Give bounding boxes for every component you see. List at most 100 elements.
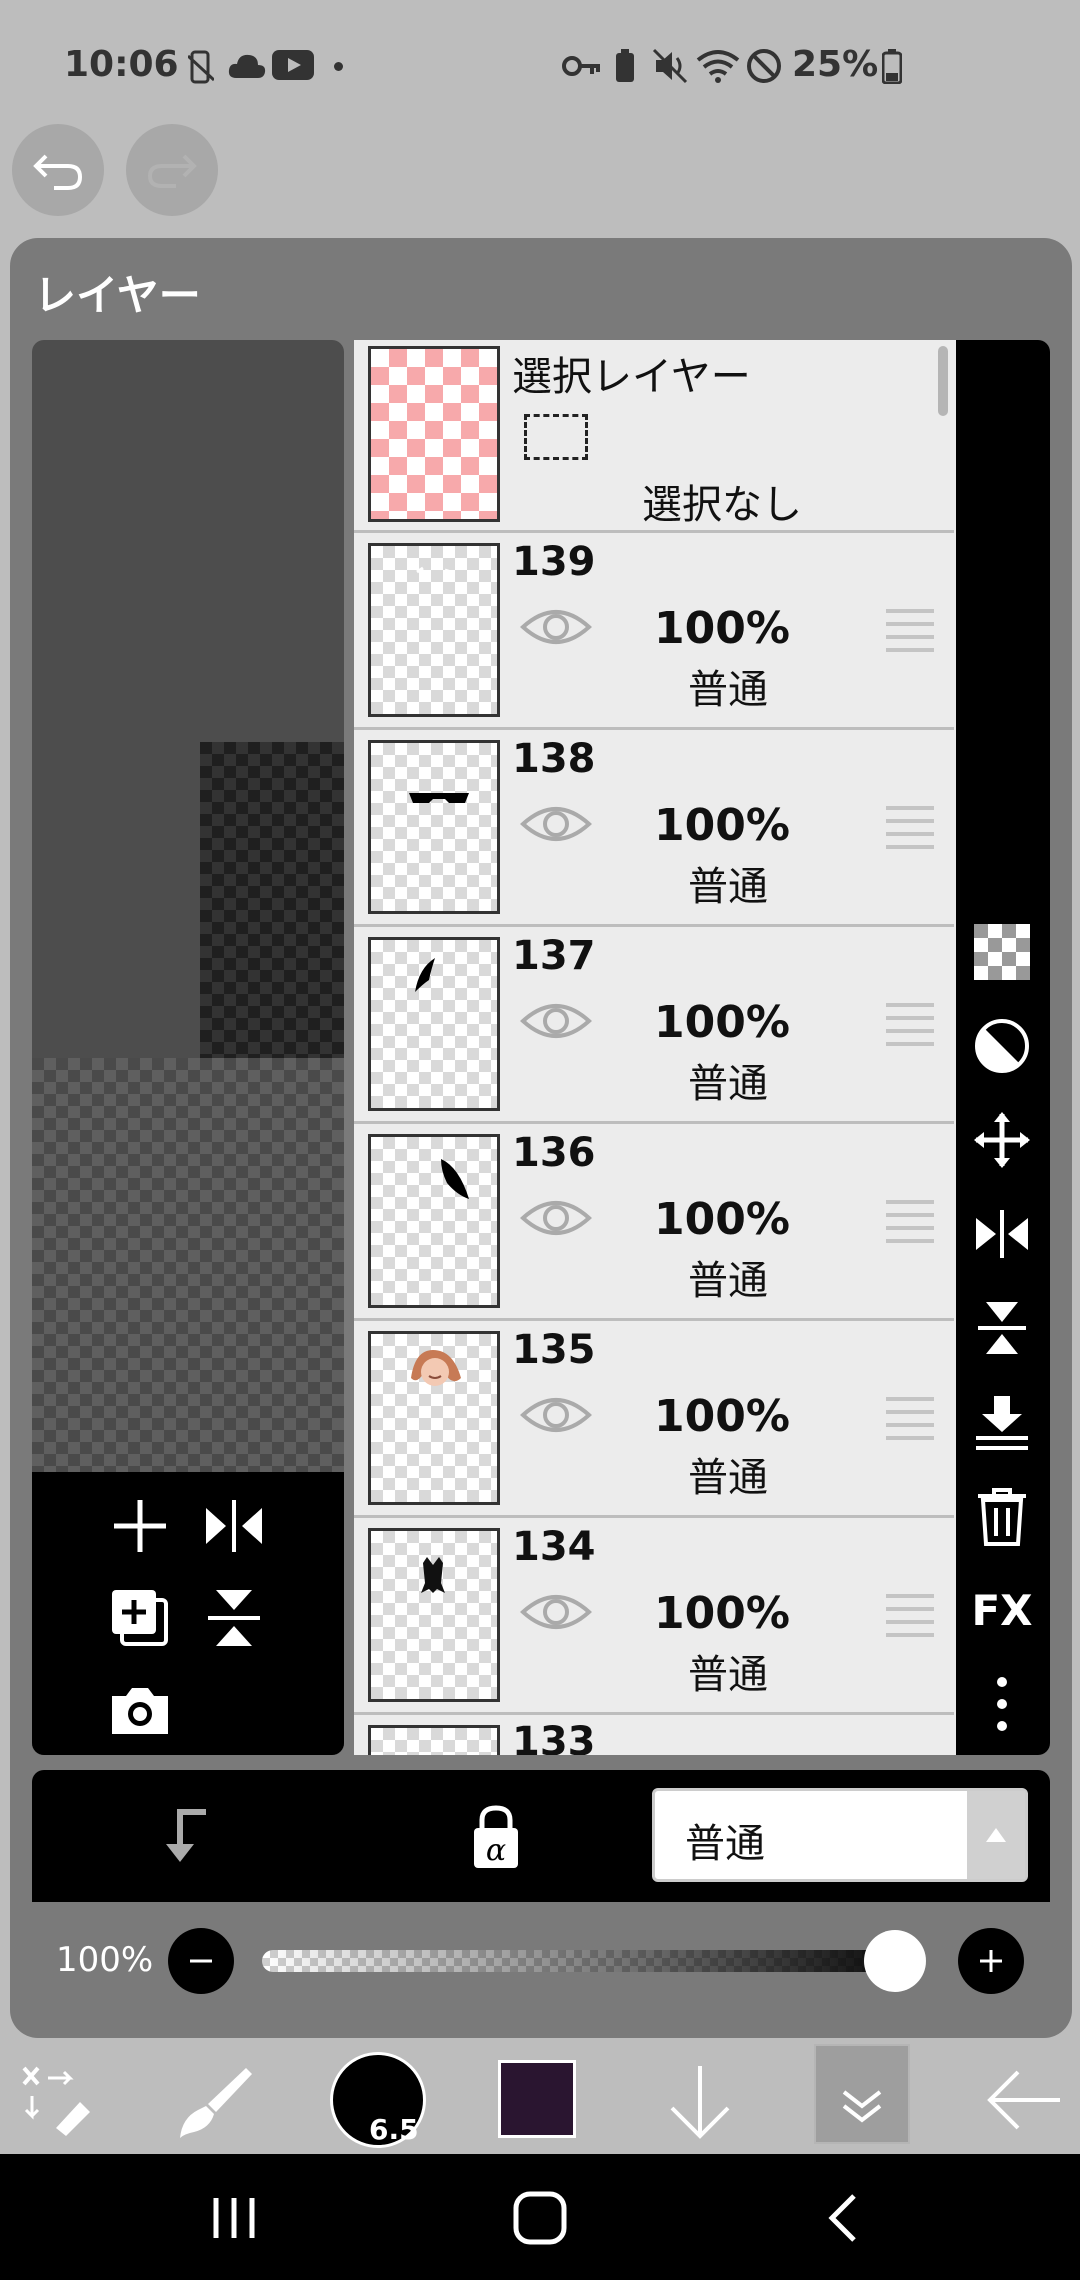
layer-row[interactable]: 136 100% 普通 [354,1124,954,1321]
flip-horizontal-button[interactable] [202,1494,266,1558]
visibility-eye-icon[interactable] [520,603,592,655]
layer-blend-mode: 普通 [688,667,768,713]
home-button[interactable] [508,2186,572,2250]
transform-tool-button[interactable] [18,2062,94,2138]
select-transform-icon [22,2066,90,2136]
brush-tool-button[interactable] [176,2062,256,2142]
selection-layer-name: 選択レイヤー [512,354,751,400]
color-swatch-button[interactable] [498,2060,576,2138]
plus-icon [114,1500,166,1552]
minus-icon [190,1959,212,1963]
visibility-eye-icon[interactable] [520,997,592,1049]
flip-layer-horizontal-button[interactable] [970,1202,1034,1266]
layer-row[interactable]: 134 100% 普通 [354,1518,954,1715]
clip-arrow-icon [166,1809,206,1862]
layer-row[interactable]: 138 100% 普通 [354,730,954,927]
layer-row[interactable]: 137 100% 普通 [354,927,954,1124]
visibility-eye-icon[interactable] [520,1194,592,1246]
flip-horizontal-icon [976,1210,1028,1258]
brush-size-button[interactable]: 6.5 [330,2052,426,2148]
layer-name: 133 [512,1719,596,1755]
drag-handle-icon[interactable] [884,607,936,657]
key-icon [562,52,602,84]
clipping-toggle-button[interactable] [150,1800,222,1872]
layer-name: 139 [512,539,596,585]
plus-icon [980,1950,1002,1972]
layer-row[interactable]: 135 100% 普通 [354,1321,954,1518]
blend-mode-select[interactable]: 普通 [652,1788,1028,1882]
layer-name: 136 [512,1130,596,1176]
layer-row[interactable]: 133 [354,1715,954,1755]
delete-layer-button[interactable] [970,1484,1034,1548]
recent-apps-button[interactable] [204,2190,264,2246]
visibility-eye-icon[interactable] [520,1391,592,1443]
transparency-checker-button[interactable] [970,920,1034,984]
drag-handle-icon[interactable] [884,804,936,854]
drag-handle-icon[interactable] [884,1001,936,1051]
layer-down-button[interactable] [662,2062,738,2142]
layer-name: 134 [512,1524,596,1570]
blend-mode-value: 普通 [685,1821,765,1867]
canvas-region-dark [200,742,344,1062]
system-back-button[interactable] [816,2190,872,2246]
back-arrow-button[interactable] [984,2068,1064,2132]
blend-mode-dropdown-button[interactable] [967,1791,1025,1879]
double-chevron-down-icon [842,2090,882,2123]
layer-thumbnail [368,937,500,1111]
visibility-eye-icon[interactable] [520,800,592,852]
merge-down-button[interactable] [970,1390,1034,1454]
layer-opacity: 100% [654,997,790,1048]
panel-title: レイヤー [34,271,201,320]
layer-blend-mode: 普通 [688,864,768,910]
selection-marquee-icon [524,414,588,460]
triangle-up-icon [986,1828,1006,1842]
add-layer-button[interactable] [108,1494,172,1558]
flip-vertical-icon [208,1590,260,1646]
selection-layer-thumbnail [368,346,500,522]
camera-icon [112,1688,168,1734]
arrow-left-icon [987,2070,1060,2130]
fx-button[interactable]: FX [970,1578,1034,1642]
drag-handle-icon[interactable] [884,1198,936,1248]
selection-layer-status: 選択なし [642,482,802,528]
selection-layer-row[interactable]: 選択レイヤー 選択なし [354,340,954,533]
more-options-button[interactable] [970,1672,1034,1736]
redo-button[interactable] [126,124,218,216]
layers-menu-button[interactable] [814,2044,910,2144]
move-button[interactable] [970,1108,1034,1172]
layer-name: 137 [512,933,596,979]
visibility-eye-icon[interactable] [520,1588,592,1640]
merge-down-icon [976,1396,1028,1450]
layer-action-box [32,1472,344,1755]
undo-button[interactable] [12,124,104,216]
layer-list-scrollbar[interactable] [938,346,948,416]
opacity-increase-button[interactable] [958,1928,1024,1994]
fx-label: FX [971,1585,1033,1635]
drag-handle-icon[interactable] [884,1592,936,1642]
opacity-slider-thumb[interactable] [864,1930,926,1992]
arrow-down-icon [670,2066,730,2139]
layer-name: 135 [512,1327,596,1373]
opacity-decrease-button[interactable] [168,1928,234,1994]
brush-icon [180,2068,252,2138]
alpha-lock-button[interactable]: α [460,1800,532,1872]
layer-row[interactable]: 139 100% 普通 [354,533,954,730]
duplicate-layer-button[interactable] [108,1586,172,1650]
battery-saver-icon [614,48,636,88]
opacity-slider-track[interactable] [262,1950,926,1972]
camera-button[interactable] [108,1678,172,1742]
back-chevron-icon [828,2194,856,2242]
redo-icon [147,154,197,188]
youtube-icon [272,50,314,84]
layer-opacity: 100% [654,1391,790,1442]
layer-name: 138 [512,736,596,782]
checkerboard-icon [974,924,1030,980]
layer-blend-mode: 普通 [688,1652,768,1698]
flip-vertical-button[interactable] [202,1586,266,1650]
wifi-icon [696,48,740,88]
color-swatch-fill [501,2063,573,2135]
flip-layer-vertical-button[interactable] [970,1296,1034,1360]
clipping-button[interactable] [970,1014,1034,1078]
layer-thumbnail [368,740,500,914]
drag-handle-icon[interactable] [884,1395,936,1445]
